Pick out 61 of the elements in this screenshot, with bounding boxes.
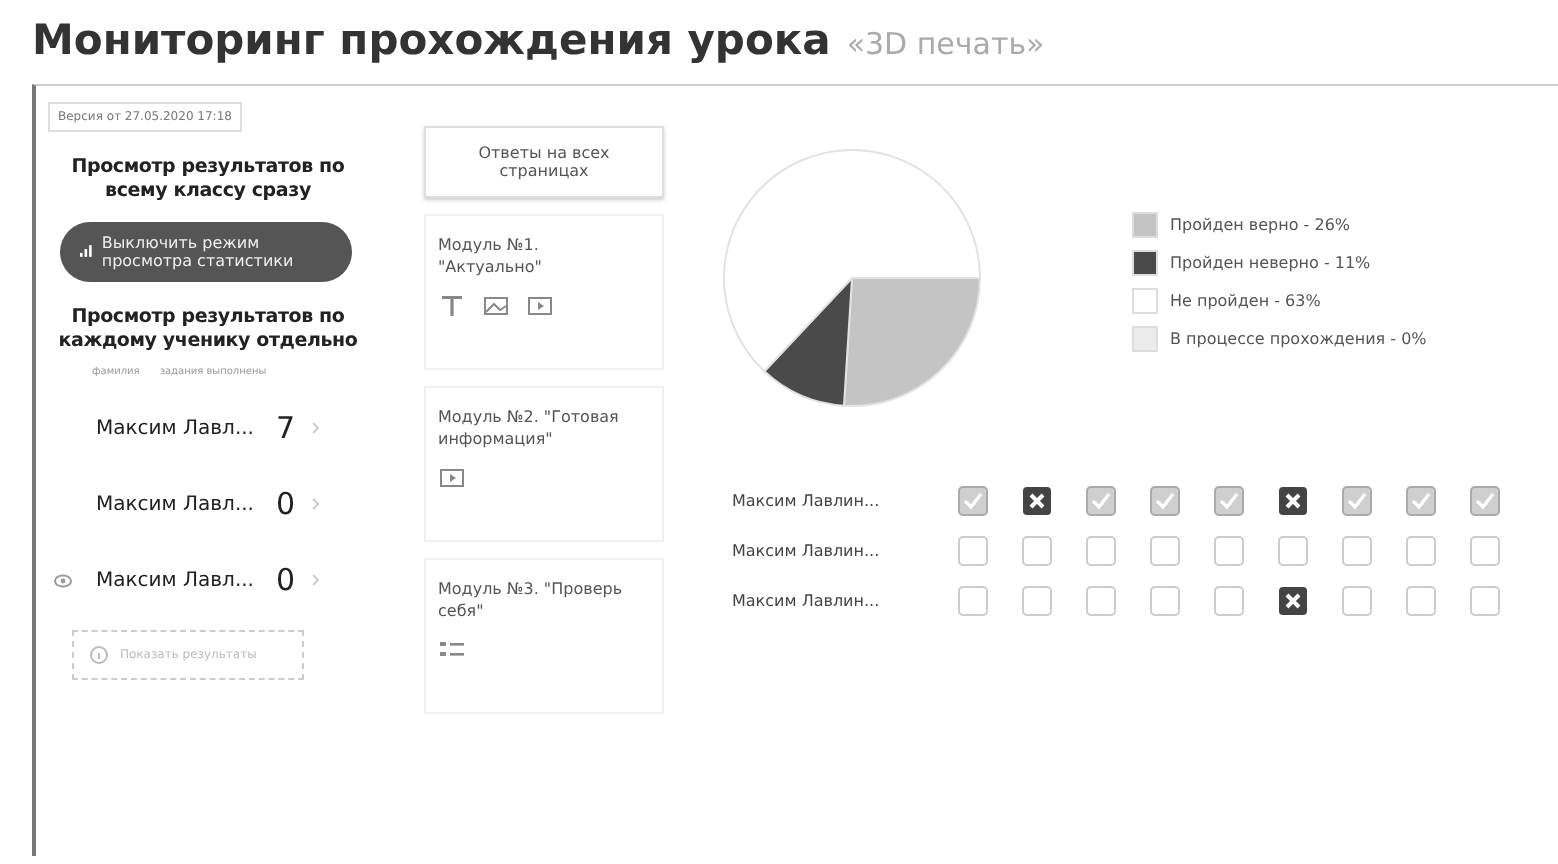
check-mark-icon[interactable] <box>958 486 988 516</box>
empty-checkbox-icon[interactable] <box>1150 536 1180 566</box>
check-mark-icon[interactable] <box>1214 486 1244 516</box>
score: 0 <box>276 562 298 599</box>
statistics-toggle-button[interactable]: Выключить режим просмотра статистики <box>60 221 352 282</box>
student-name[interactable]: Максим Лавл... <box>96 569 276 592</box>
score: 7 <box>276 410 298 447</box>
empty-checkbox-icon[interactable] <box>1406 536 1436 566</box>
image-icon[interactable] <box>482 291 510 320</box>
empty-checkbox-icon[interactable] <box>1214 586 1244 616</box>
all-pages-answers-button[interactable]: Ответы на всех страницах <box>424 126 664 198</box>
check-mark-icon[interactable] <box>1470 486 1500 516</box>
student-name: Максим Лавлин... <box>732 542 882 560</box>
module-title: Модуль №2. "Готовая информация" <box>438 408 621 452</box>
chevron-icon <box>312 422 320 435</box>
empty-checkbox-icon[interactable] <box>1214 536 1244 566</box>
video-icon[interactable] <box>526 291 554 320</box>
empty-checkbox-icon[interactable] <box>1086 586 1116 616</box>
video-icon[interactable] <box>438 463 466 492</box>
empty-checkbox-icon[interactable] <box>1022 586 1052 616</box>
empty-checkbox-icon[interactable] <box>1150 586 1180 616</box>
cross-mark-icon[interactable] <box>1022 486 1052 516</box>
empty-checkbox-icon[interactable] <box>1342 586 1372 616</box>
check-mark-icon[interactable] <box>1406 486 1436 516</box>
legend-label: Не пройден - 63% <box>1170 292 1321 310</box>
legend-label: В процессе прохождения - 0% <box>1170 330 1427 348</box>
lesson-name: «3D печать» <box>846 26 1045 62</box>
empty-checkbox-icon[interactable] <box>1022 536 1052 566</box>
student-name: Максим Лавлин... <box>732 592 882 610</box>
section-heading: Просмотр результатов по всему классу сразу <box>69 156 347 206</box>
section-heading: Просмотр результатов по каждому ученику отдельно <box>56 305 360 355</box>
score: 0 <box>276 486 298 523</box>
student-name: Максим Лавлин... <box>732 492 882 510</box>
chevron-icon <box>312 574 320 587</box>
bar-chart-icon <box>80 242 92 261</box>
chevron-icon <box>312 498 320 511</box>
legend-label: Пройден верно - 26% <box>1170 216 1351 234</box>
cross-mark-icon[interactable] <box>1278 486 1308 516</box>
legend-label: Пройден неверно - 11% <box>1170 254 1371 272</box>
check-mark-icon[interactable] <box>1086 486 1116 516</box>
module-card[interactable]: Модуль №1. "Актуально" <box>424 214 664 370</box>
cross-mark-icon[interactable] <box>1278 586 1308 616</box>
student-name[interactable]: Максим Лавл... <box>96 417 276 440</box>
empty-checkbox-icon[interactable] <box>958 586 988 616</box>
empty-checkbox-icon[interactable] <box>1278 536 1308 566</box>
module-title: Модуль №3. "Проверь себя" <box>438 580 625 624</box>
check-mark-icon[interactable] <box>1150 486 1180 516</box>
text-icon[interactable] <box>438 291 466 320</box>
page-title: Мониторинг прохождения урока <box>32 16 831 64</box>
empty-checkbox-icon[interactable] <box>1086 536 1116 566</box>
check-mark-icon[interactable] <box>1342 486 1372 516</box>
module-card[interactable]: Модуль №3. "Проверь себя" <box>424 558 664 714</box>
empty-checkbox-icon[interactable] <box>1342 536 1372 566</box>
empty-checkbox-icon[interactable] <box>958 536 988 566</box>
info-icon <box>90 646 108 665</box>
empty-checkbox-icon[interactable] <box>1470 536 1500 566</box>
module-card[interactable]: Модуль №2. "Готовая информация" <box>424 386 664 542</box>
student-name[interactable]: Максим Лавл... <box>96 493 276 516</box>
empty-checkbox-icon[interactable] <box>1470 586 1500 616</box>
empty-checkbox-icon[interactable] <box>1406 586 1436 616</box>
module-title: Модуль №1. "Актуально" <box>438 236 544 280</box>
